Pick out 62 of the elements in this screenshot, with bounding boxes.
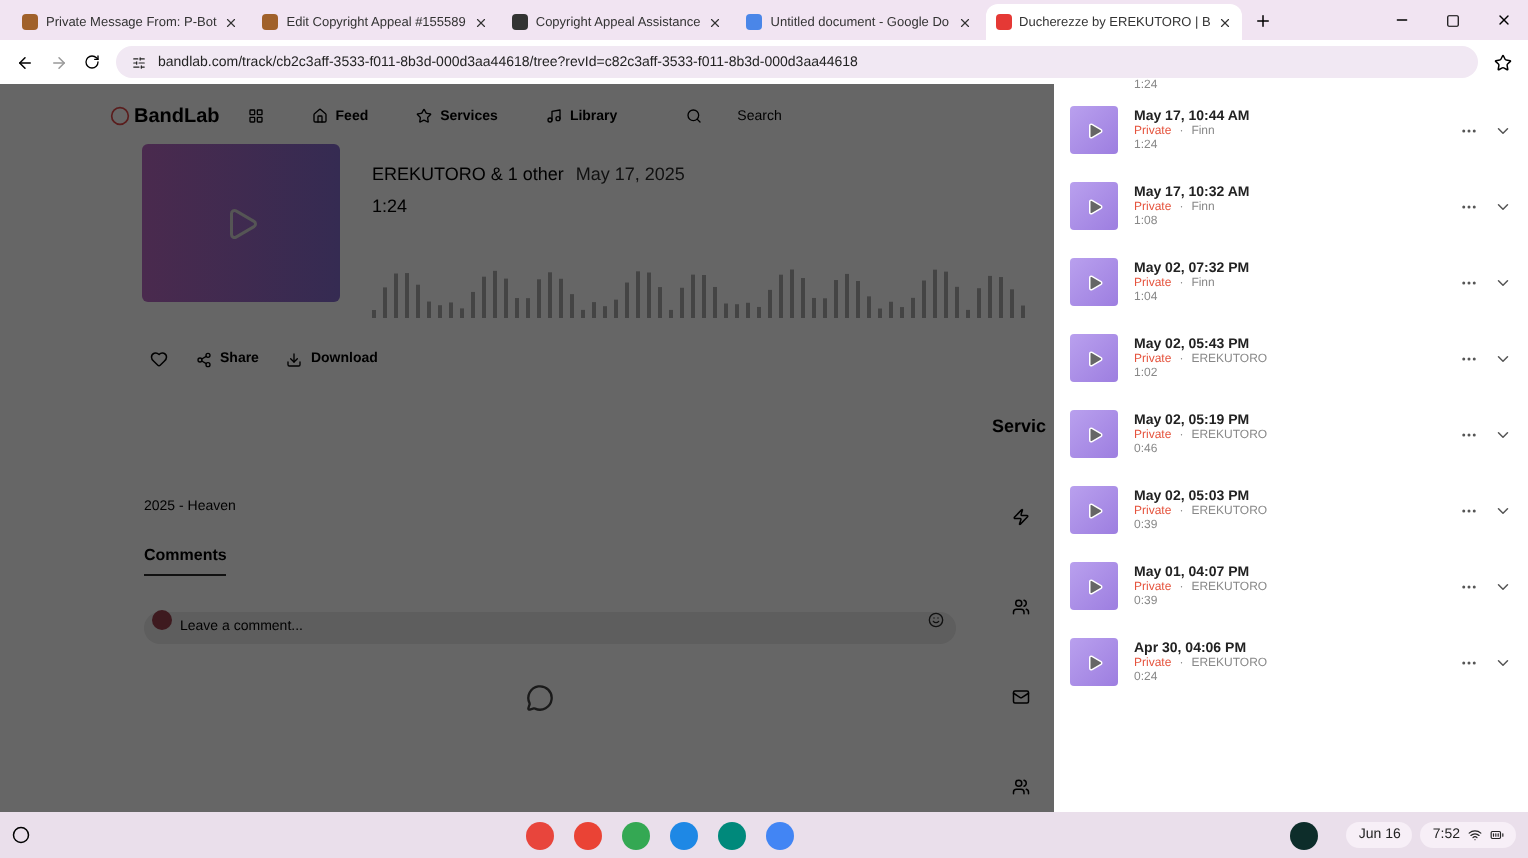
close-icon[interactable] bbox=[224, 15, 239, 29]
app-icon[interactable] bbox=[574, 821, 603, 849]
comments-tab[interactable]: Comments bbox=[144, 546, 227, 576]
avatar[interactable] bbox=[1290, 821, 1319, 849]
revision-thumbnail[interactable] bbox=[1070, 486, 1118, 534]
logo[interactable]: BandLab bbox=[110, 105, 220, 127]
app-icon[interactable] bbox=[766, 821, 795, 849]
grid-icon[interactable] bbox=[247, 108, 264, 124]
mail-icon[interactable] bbox=[1012, 688, 1030, 706]
new-tab-icon[interactable] bbox=[1254, 12, 1273, 30]
back-icon[interactable] bbox=[16, 53, 34, 71]
close-icon[interactable] bbox=[957, 15, 972, 29]
reload-icon[interactable] bbox=[84, 54, 100, 70]
track-duration: 1:24 bbox=[372, 196, 410, 216]
play-icon bbox=[1085, 197, 1103, 215]
close-icon[interactable] bbox=[473, 15, 488, 29]
search-icon bbox=[685, 108, 702, 124]
chat-icon[interactable] bbox=[526, 684, 554, 712]
favicon-icon bbox=[746, 14, 763, 30]
close-icon[interactable] bbox=[1218, 15, 1233, 29]
revision-thumbnail[interactable] bbox=[1070, 106, 1118, 154]
favicon-icon bbox=[262, 14, 279, 30]
revision-thumbnail[interactable] bbox=[1070, 334, 1118, 382]
forward-icon[interactable] bbox=[50, 53, 68, 71]
play-icon bbox=[1085, 425, 1103, 443]
avatar bbox=[152, 610, 172, 630]
smiley-icon[interactable] bbox=[928, 612, 944, 628]
lightning-icon[interactable] bbox=[1012, 508, 1030, 526]
close-icon[interactable] bbox=[1496, 12, 1512, 28]
revision-thumbnail[interactable] bbox=[1070, 258, 1118, 306]
section-heading: Servic bbox=[992, 416, 1047, 436]
track-date: May 17, 2025 bbox=[575, 164, 685, 184]
revision-thumbnail[interactable] bbox=[1070, 638, 1118, 686]
revision-thumbnail[interactable] bbox=[1070, 562, 1118, 610]
home-icon bbox=[311, 108, 328, 124]
close-icon[interactable] bbox=[708, 15, 723, 29]
track-artist: EREKUTORO & 1 other bbox=[372, 164, 564, 184]
share-icon bbox=[196, 351, 212, 367]
bookmark-star-icon[interactable] bbox=[1494, 53, 1512, 71]
wifi-icon bbox=[1468, 828, 1482, 842]
revision-thumbnail[interactable] bbox=[1070, 182, 1118, 230]
star-icon bbox=[416, 108, 433, 124]
music-note-icon bbox=[545, 108, 562, 124]
app-icon[interactable] bbox=[670, 821, 699, 849]
play-icon bbox=[1085, 653, 1103, 671]
favicon-icon bbox=[511, 14, 528, 30]
play-icon bbox=[1085, 273, 1103, 291]
play-icon bbox=[1085, 501, 1103, 519]
restore-icon[interactable] bbox=[1446, 14, 1460, 28]
favicon-icon bbox=[995, 14, 1012, 30]
revision-thumbnail[interactable] bbox=[1070, 410, 1118, 458]
play-icon bbox=[1085, 349, 1103, 367]
launcher-icon[interactable] bbox=[12, 826, 30, 844]
people-icon[interactable] bbox=[1012, 778, 1030, 796]
battery-icon bbox=[1490, 828, 1504, 842]
download-icon bbox=[286, 351, 303, 367]
play-icon bbox=[1085, 121, 1103, 139]
app-icon[interactable] bbox=[526, 821, 555, 849]
app-icon[interactable] bbox=[718, 821, 747, 849]
play-icon bbox=[1085, 577, 1103, 595]
favicon-icon bbox=[22, 14, 38, 30]
like-icon[interactable] bbox=[150, 350, 168, 368]
